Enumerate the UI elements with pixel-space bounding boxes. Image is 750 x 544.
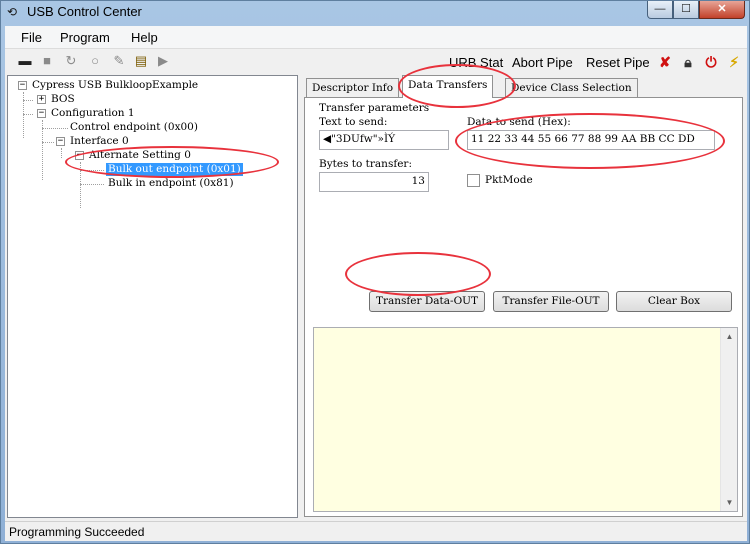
tree-connector <box>61 148 62 158</box>
text-to-send-input[interactable]: ◀"3DUfw"»ÌÝ <box>319 130 449 150</box>
comment-icon[interactable]: ○ <box>87 53 103 69</box>
client-area: File Program Help ▬ ■ ↻ ○ ✎ ▤ ▶ URB Stat… <box>5 26 747 541</box>
tree-item-bulk-in[interactable]: Bulk in endpoint (0x81) <box>108 177 234 190</box>
collapse-toggle[interactable]: − <box>75 151 84 160</box>
output-log[interactable]: ▲ ▼ <box>313 327 738 512</box>
toolbar: ▬ ■ ↻ ○ ✎ ▤ ▶ URB Stat Abort Pipe Reset … <box>5 50 747 74</box>
vertical-scrollbar[interactable]: ▲ ▼ <box>720 328 737 511</box>
transfer-pane: Descriptor Info Data Transfers Device Cl… <box>302 75 745 518</box>
text-to-send-label: Text to send: <box>319 116 388 128</box>
data-transfers-page: Transfer parameters Text to send: ◀"3DUf… <box>304 97 743 517</box>
tree-connector <box>80 162 81 208</box>
bytes-to-transfer-label: Bytes to transfer: <box>319 158 412 170</box>
device-icon[interactable]: ▬ <box>17 53 33 69</box>
reset-device-icon[interactable]: ✘ <box>656 53 674 71</box>
tree-item-bos[interactable]: BOS <box>51 93 75 106</box>
lock-icon[interactable]: 🔒︎ <box>679 53 697 71</box>
tree-connector <box>80 170 104 171</box>
refresh-icon[interactable]: ↻ <box>63 53 79 69</box>
data-to-send-hex-input[interactable]: 11 22 33 44 55 66 77 88 99 AA BB CC DD <box>467 130 715 150</box>
collapse-toggle[interactable]: − <box>37 109 46 118</box>
abort-pipe-button[interactable]: Abort Pipe <box>512 55 573 70</box>
usb-app-icon: ⟲ <box>7 5 18 19</box>
bytes-to-transfer-input[interactable]: 13 <box>319 172 429 192</box>
tab-device-class-selection[interactable]: Device Class Selection <box>505 78 638 97</box>
menu-program[interactable]: Program <box>60 30 110 45</box>
tree-item-bulk-out[interactable]: Bulk out endpoint (0x01) <box>106 163 243 176</box>
tree-connector <box>42 120 43 180</box>
transfer-file-out-button[interactable]: Transfer File-OUT <box>493 291 609 312</box>
app-window: ⟲ USB Control Center — ☐ ✕ File Program … <box>0 0 750 544</box>
scroll-up-icon[interactable]: ▲ <box>721 328 738 345</box>
scroll-down-icon[interactable]: ▼ <box>721 494 738 511</box>
lightning-icon[interactable]: ⚡︎ <box>725 53 743 71</box>
tree-connector <box>23 92 24 138</box>
reset-pipe-button[interactable]: Reset Pipe <box>586 55 650 70</box>
collapse-toggle[interactable]: − <box>56 137 65 146</box>
maximize-button[interactable]: ☐ <box>673 1 699 19</box>
clear-box-button[interactable]: Clear Box <box>616 291 732 312</box>
tree-connector <box>80 184 104 185</box>
menu-help[interactable]: Help <box>131 30 158 45</box>
close-button[interactable]: ✕ <box>699 1 745 19</box>
tree-item-interface[interactable]: Interface 0 <box>70 135 129 148</box>
status-text: Programming Succeeded <box>9 525 145 539</box>
minimize-button[interactable]: — <box>647 1 673 19</box>
tools-icon[interactable]: ✎ <box>111 53 127 69</box>
tree-connector <box>23 100 33 101</box>
pktmode-checkbox[interactable] <box>467 174 480 187</box>
urb-stat-button[interactable]: URB Stat <box>449 55 503 70</box>
tree-item-configuration[interactable]: Configuration 1 <box>51 107 135 120</box>
tree-connector <box>42 142 54 143</box>
transfer-data-out-button[interactable]: Transfer Data-OUT <box>369 291 485 312</box>
tree-item-device[interactable]: Cypress USB BulkloopExample <box>32 79 198 92</box>
transfer-parameters-label: Transfer parameters <box>319 102 430 114</box>
stop-icon[interactable]: ■ <box>39 53 55 69</box>
tree-item-alternate-setting[interactable]: Alternate Setting 0 <box>89 149 191 162</box>
play-icon[interactable]: ▶ <box>155 53 171 69</box>
tab-descriptor-info[interactable]: Descriptor Info <box>306 78 400 97</box>
tab-data-transfers[interactable]: Data Transfers <box>402 75 494 98</box>
window-title: USB Control Center <box>27 4 142 19</box>
expand-toggle[interactable]: + <box>37 95 46 104</box>
device-tree[interactable]: − Cypress USB BulkloopExample + BOS − Co… <box>7 75 298 518</box>
tree-connector <box>42 128 68 129</box>
power-cycle-icon[interactable]: ⏻ <box>702 53 720 71</box>
title-bar[interactable]: ⟲ USB Control Center — ☐ ✕ <box>1 1 750 25</box>
tree-item-control-endpoint[interactable]: Control endpoint (0x00) <box>70 121 198 134</box>
menu-file[interactable]: File <box>21 30 42 45</box>
status-bar: Programming Succeeded <box>5 521 747 541</box>
data-to-send-label: Data to send (Hex): <box>467 116 571 128</box>
menu-bar: File Program Help <box>5 26 747 49</box>
pktmode-label: PktMode <box>485 174 533 186</box>
open-file-icon[interactable]: ▤ <box>133 53 149 69</box>
tree-connector <box>23 114 33 115</box>
collapse-toggle[interactable]: − <box>18 81 27 90</box>
